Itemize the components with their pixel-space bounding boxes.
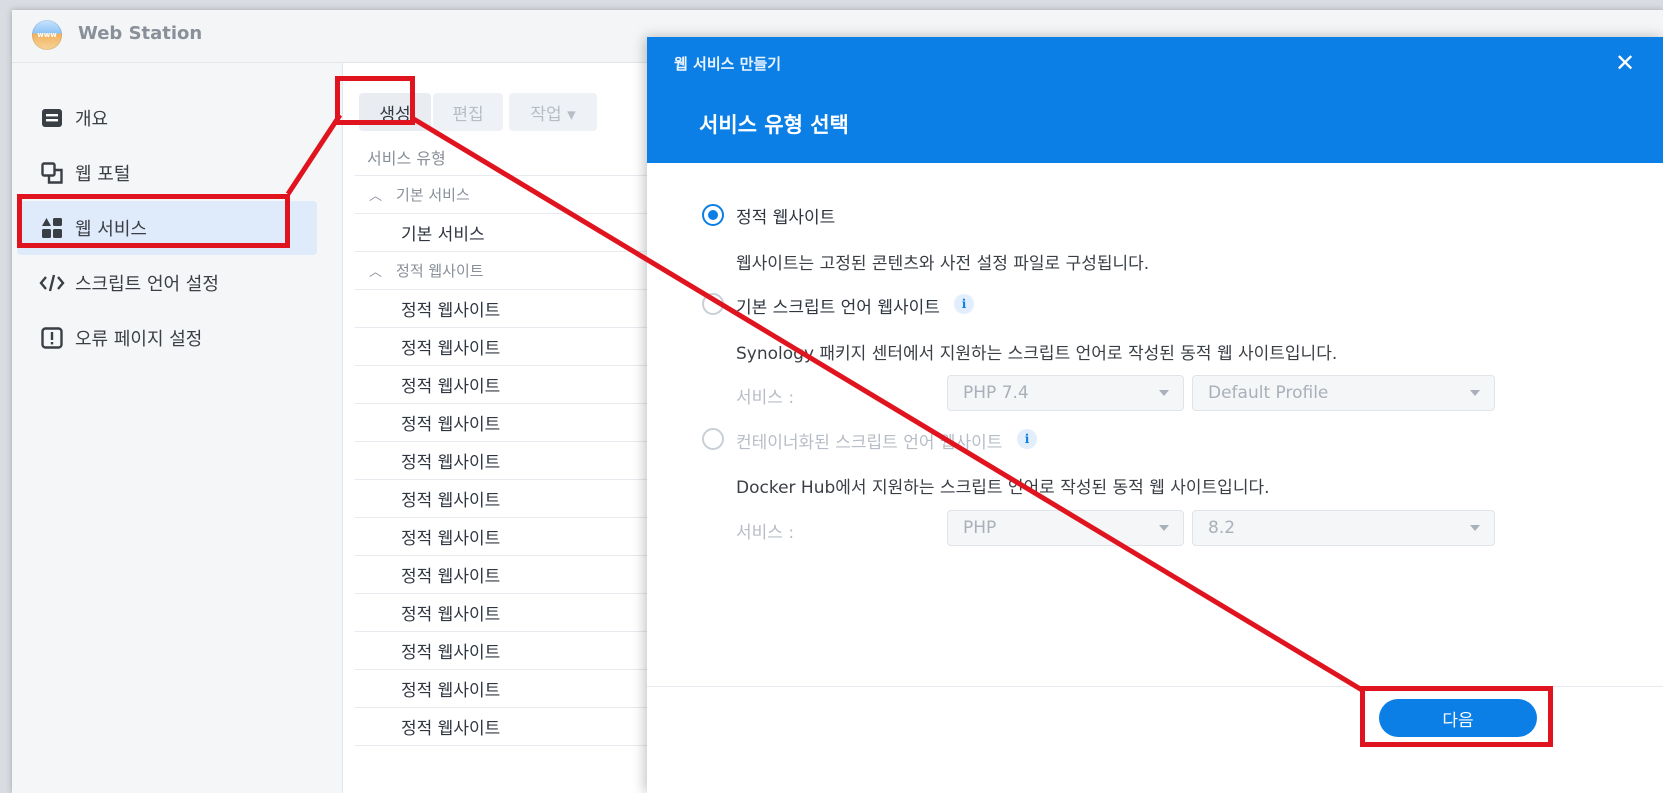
logo-text: www <box>37 31 57 39</box>
action-dropdown[interactable]: 작업 ▾ <box>509 93 597 131</box>
option-description: 웹사이트는 고정된 콘텐츠와 사전 설정 파일로 구성됩니다. <box>736 254 1150 274</box>
sidebar-item-overview[interactable]: 개요 <box>17 91 317 145</box>
dropdown-arrow-icon <box>1159 390 1169 396</box>
next-button[interactable]: 다음 <box>1379 699 1537 737</box>
sidebar-item-error-page[interactable]: 오류 페이지 설정 <box>17 311 317 365</box>
option-description: Docker Hub에서 지원하는 스크립트 언어로 작성된 동적 웹 사이트입… <box>736 478 1270 498</box>
collapse-caret-icon: ︿ <box>369 265 383 280</box>
sidebar: 개요 웹 포털 웹 서비스 스크립트 언어 설정 오류 페이지 설정 <box>12 63 343 793</box>
option-label-script-language-website[interactable]: 기본 스크립트 언어 웹사이트 <box>736 293 940 318</box>
option-label-static-website[interactable]: 정적 웹사이트 <box>736 203 835 228</box>
sidebar-item-label: 개요 <box>75 109 109 130</box>
option-label-containerized-website[interactable]: 컨테이너화된 스크립트 언어 웹사이트 <box>736 428 1002 453</box>
sidebar-item-script-language[interactable]: 스크립트 언어 설정 <box>17 256 317 310</box>
dialog-header: 웹 서비스 만들기 ✕ 서비스 유형 선택 <box>647 37 1663 163</box>
footer-divider <box>647 686 1663 687</box>
option-description: Synology 패키지 센터에서 지원하는 스크립트 언어로 작성된 동적 웹… <box>736 344 1338 364</box>
radio-script-language-website[interactable] <box>702 293 724 315</box>
overview-icon <box>39 105 65 131</box>
sidebar-item-label: 웹 서비스 <box>75 219 147 240</box>
sidebar-item-web-service[interactable]: 웹 서비스 <box>17 201 317 255</box>
profile-select[interactable]: Default Profile <box>1192 375 1495 411</box>
sidebar-item-label: 오류 페이지 설정 <box>75 329 203 350</box>
select-value: PHP <box>963 518 997 538</box>
select-value: Default Profile <box>1208 383 1329 403</box>
container-version-select[interactable]: 8.2 <box>1192 510 1495 546</box>
dropdown-arrow-icon <box>1470 525 1480 531</box>
select-value: PHP 7.4 <box>963 383 1029 403</box>
collapse-caret-icon: ︿ <box>369 189 383 204</box>
close-icon[interactable]: ✕ <box>1613 51 1637 75</box>
edit-button[interactable]: 편집 <box>433 93 503 131</box>
create-web-service-dialog: 웹 서비스 만들기 ✕ 서비스 유형 선택 정적 웹사이트 웹사이트는 고정된 … <box>647 37 1663 793</box>
web-station-logo: www <box>32 20 62 50</box>
dropdown-arrow-icon <box>1159 525 1169 531</box>
app-title: Web Station <box>78 23 203 44</box>
error-icon <box>39 325 65 351</box>
group-label: 정적 웹사이트 <box>396 262 484 280</box>
web-service-icon <box>39 215 65 241</box>
container-image-select[interactable]: PHP <box>947 510 1184 546</box>
php-version-select[interactable]: PHP 7.4 <box>947 375 1184 411</box>
radio-containerized-website[interactable] <box>702 428 724 450</box>
dialog-title: 서비스 유형 선택 <box>699 113 849 137</box>
info-icon[interactable]: i <box>1017 429 1037 449</box>
create-button[interactable]: 생성 <box>359 93 431 131</box>
sidebar-item-label: 웹 포털 <box>75 164 131 185</box>
web-portal-icon <box>39 160 65 186</box>
sidebar-item-label: 스크립트 언어 설정 <box>75 274 219 295</box>
service-label: 서비스 : <box>736 388 795 408</box>
sidebar-item-web-portal[interactable]: 웹 포털 <box>17 146 317 200</box>
info-icon[interactable]: i <box>954 294 974 314</box>
select-value: 8.2 <box>1208 518 1236 538</box>
dialog-small-title: 웹 서비스 만들기 <box>674 55 782 73</box>
radio-static-website[interactable] <box>702 204 724 226</box>
service-label: 서비스 : <box>736 523 795 543</box>
dropdown-arrow-icon <box>1470 390 1480 396</box>
code-icon <box>39 270 65 296</box>
group-label: 기본 서비스 <box>396 186 470 204</box>
